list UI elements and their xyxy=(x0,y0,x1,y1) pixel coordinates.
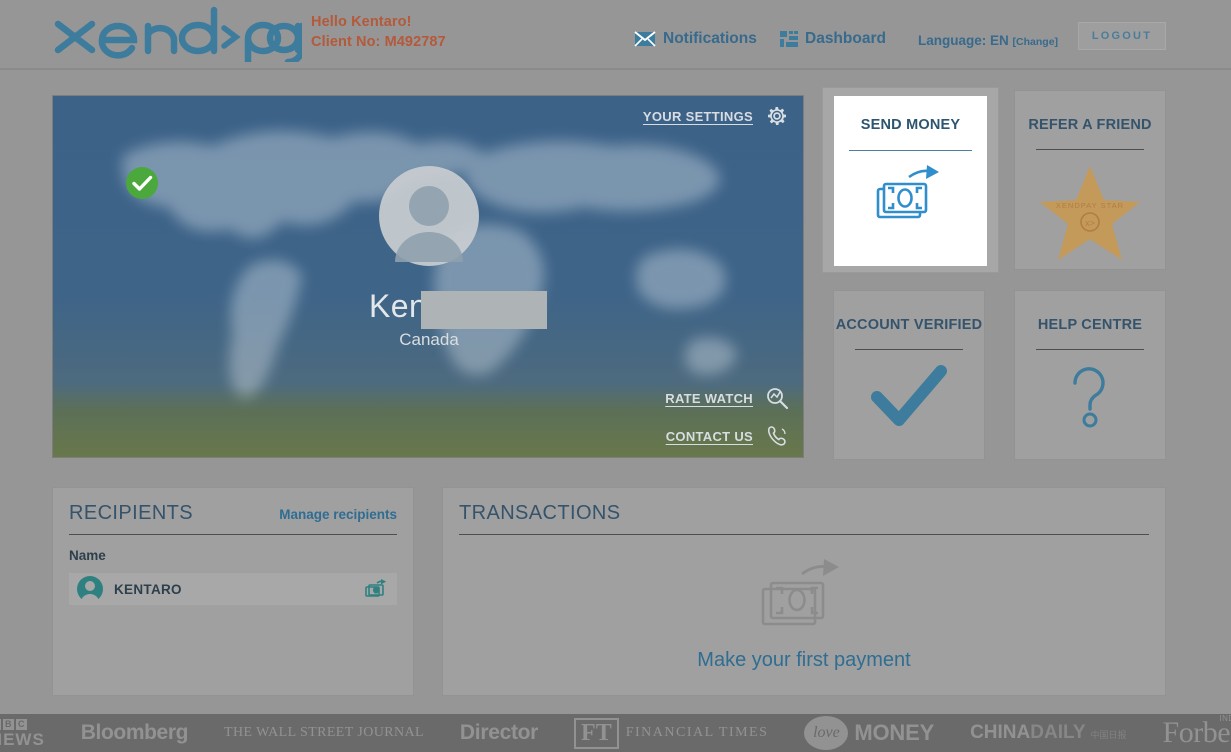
recipients-title: RECIPIENTS xyxy=(69,502,194,524)
love-money-text: MONEY xyxy=(854,720,935,745)
bbc-boxes: B B C xyxy=(0,718,27,730)
hero-surname-redaction xyxy=(421,291,547,329)
hero-banner: YOUR SETTINGS Kentaro Canada RATE WATCH … xyxy=(52,95,804,458)
banknote-send-icon xyxy=(876,165,939,219)
tile-send-money-icon-wrap xyxy=(834,165,987,227)
tile-send-money[interactable]: SEND MONEY xyxy=(834,96,987,266)
envelope-icon xyxy=(634,31,656,47)
tile-refer-title: REFER A FRIEND xyxy=(1028,117,1152,133)
tile-divider xyxy=(1036,149,1144,150)
recipients-column-name: Name xyxy=(69,548,106,563)
magnifier-rate-icon xyxy=(767,388,789,410)
transactions-header: TRANSACTIONS xyxy=(443,488,1165,525)
your-settings-label: YOUR SETTINGS xyxy=(642,108,753,124)
forbes-india-text: INDIA xyxy=(1219,714,1231,723)
tile-send-money-title: SEND MONEY xyxy=(860,117,961,133)
grid-tiles-icon xyxy=(780,31,798,47)
bbc-box-b2: B xyxy=(2,718,14,730)
tile-account-verified[interactable]: ACCOUNT VERIFIED xyxy=(833,290,985,460)
avatar xyxy=(377,164,481,268)
ft-mark: FT xyxy=(574,717,619,749)
recipients-header: RECIPIENTS Manage recipients xyxy=(53,488,413,525)
question-mark-icon xyxy=(1073,367,1105,428)
tile-refer-a-friend[interactable]: REFER A FRIEND XENDPAY STAR x> xyxy=(1014,90,1166,270)
greeting-block: Hello Kentaro! Client No: M492787 xyxy=(311,12,446,52)
send-money-small-icon[interactable] xyxy=(365,579,387,599)
verified-badge xyxy=(125,166,159,200)
logout-button[interactable]: LOGOUT xyxy=(1078,22,1166,50)
greeting-text: Hello Kentaro! xyxy=(311,14,412,30)
green-check-badge-icon xyxy=(126,167,158,199)
recipient-avatar-icon xyxy=(77,576,103,602)
xendpay-logo[interactable] xyxy=(52,4,306,66)
tile-help-icon-wrap xyxy=(1015,364,1165,430)
transactions-divider xyxy=(459,534,1149,535)
tile-verified-title: ACCOUNT VERIFIED xyxy=(835,317,983,333)
tile-divider xyxy=(1036,349,1144,350)
tile-help-title: HELP CENTRE xyxy=(1037,317,1143,333)
gold-star-icon: XENDPAY STAR x> xyxy=(1040,166,1140,260)
footer-logo-china-daily: CHINA DAILY 中国日报 xyxy=(970,722,1126,744)
recipient-name: KENTARO xyxy=(114,581,182,597)
language-label: Language: EN xyxy=(918,33,1009,48)
tile-divider xyxy=(849,150,972,151)
ft-words: FINANCIAL TIMES xyxy=(625,724,769,740)
checkmark-icon xyxy=(871,365,947,426)
tile-refer-icon-wrap: XENDPAY STAR x> xyxy=(1015,164,1165,264)
transactions-title: TRANSACTIONS xyxy=(459,502,621,524)
dashboard-link[interactable]: Dashboard xyxy=(780,30,886,48)
client-number: Client No: M492787 xyxy=(311,34,446,50)
star-mark: x> xyxy=(1085,218,1095,228)
transactions-panel: TRANSACTIONS Make your first payment xyxy=(442,487,1166,696)
footer-logo-financial-times: FT FINANCIAL TIMES xyxy=(574,717,769,749)
daily-text: DAILY xyxy=(1030,722,1086,743)
tile-divider xyxy=(855,349,963,350)
gear-icon xyxy=(768,107,786,125)
hero-user-country: Canada xyxy=(399,330,459,349)
footer-logo-bbc-news: B B C NEWS xyxy=(0,718,45,749)
bbc-box-c: C xyxy=(15,718,27,730)
bbc-box-b1: B xyxy=(0,718,1,730)
tile-verified-icon-wrap xyxy=(834,364,984,428)
phone-icon xyxy=(767,426,786,446)
star-text: XENDPAY STAR xyxy=(1056,201,1124,210)
footer-logo-love-money: love MONEY xyxy=(804,716,934,750)
xendpay-logo-svg xyxy=(54,6,306,66)
footer-logo-forbes: Forbes INDIA xyxy=(1163,714,1231,750)
tile-help-centre[interactable]: HELP CENTRE xyxy=(1014,290,1166,460)
user-avatar-icon xyxy=(379,166,479,266)
china-text: CHINA xyxy=(970,722,1031,743)
contact-us-link[interactable]: CONTACT US xyxy=(666,424,789,448)
dashboard-label: Dashboard xyxy=(805,30,886,47)
table-row[interactable]: KENTARO xyxy=(69,573,397,605)
your-settings-link[interactable]: YOUR SETTINGS xyxy=(643,104,789,128)
send-money-tile-frame: SEND MONEY xyxy=(822,87,999,273)
transactions-empty-state: Make your first payment xyxy=(443,559,1165,672)
footer-logo-bloomberg: Bloomberg xyxy=(80,721,189,744)
love-mark: love xyxy=(804,716,849,750)
language-change-link[interactable]: [Change] xyxy=(1013,36,1059,48)
notifications-link[interactable]: Notifications xyxy=(634,30,757,48)
recipients-panel: RECIPIENTS Manage recipients Name KENTAR… xyxy=(52,487,414,696)
rate-watch-label: RATE WATCH xyxy=(665,390,753,406)
banknote-send-outline-icon xyxy=(761,559,839,626)
footer-logo-wall-street-journal: THE WALL STREET JOURNAL xyxy=(224,725,424,740)
language-selector[interactable]: Language: EN [Change] xyxy=(918,33,1058,48)
manage-recipients-link[interactable]: Manage recipients xyxy=(279,507,397,522)
make-first-payment-link[interactable]: Make your first payment xyxy=(697,649,910,672)
page-header: Hello Kentaro! Client No: M492787 Notifi… xyxy=(0,0,1231,70)
notifications-label: Notifications xyxy=(663,30,757,47)
bbc-news-text: NEWS xyxy=(0,729,45,749)
rate-watch-link[interactable]: RATE WATCH xyxy=(665,386,789,410)
press-logos-footer: B B C NEWS Bloomberg THE WALL STREET JOU… xyxy=(0,714,1231,752)
footer-logo-director: Director xyxy=(459,721,539,744)
contact-us-label: CONTACT US xyxy=(665,428,753,444)
china-daily-cn-text: 中国日报 xyxy=(1090,730,1127,740)
